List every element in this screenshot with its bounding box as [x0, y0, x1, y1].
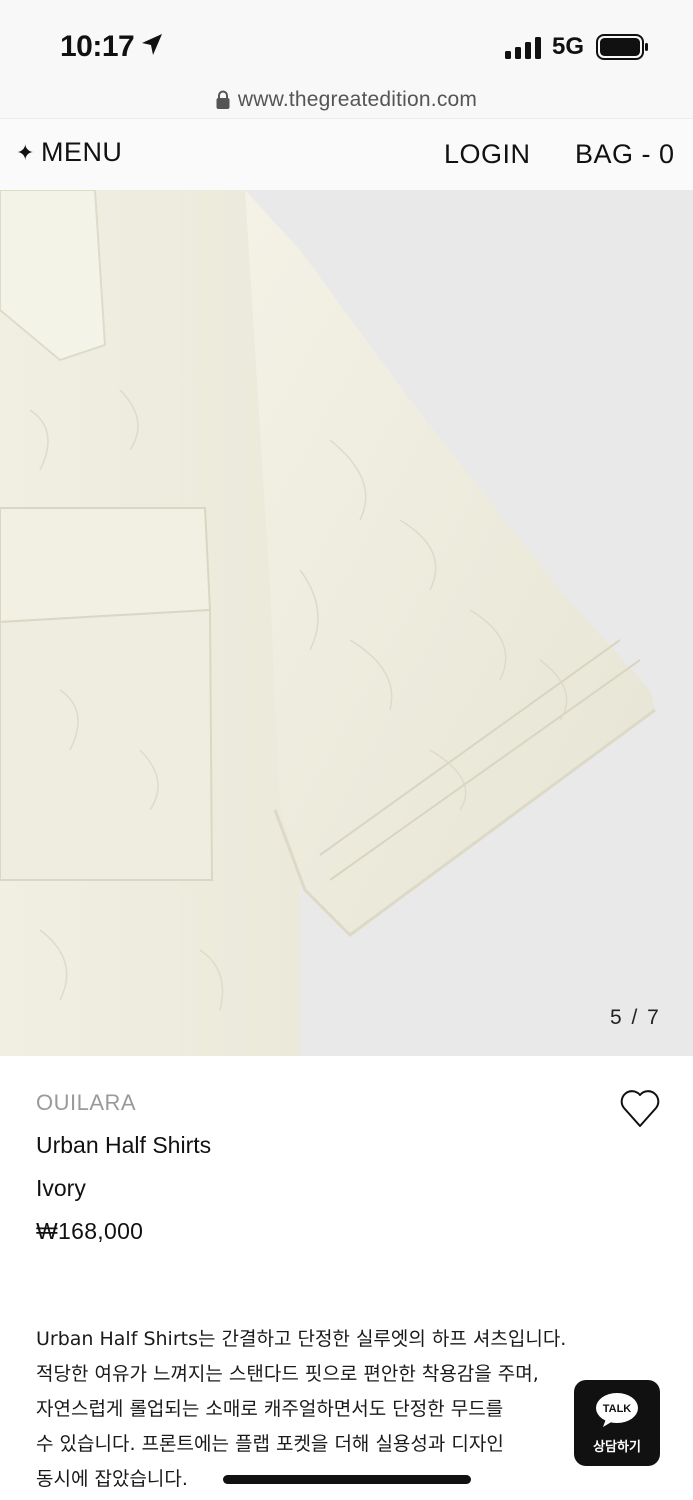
talk-badge-text: TALK [603, 1403, 632, 1415]
product-description: Urban Half Shirts는 간결하고 단정한 실루엣의 하프 셔츠입니… [36, 1322, 656, 1497]
menu-button[interactable]: ✦ MENU [16, 137, 122, 168]
description-line: 적당한 여유가 느껴지는 스탠다드 핏으로 편안한 착용감을 주며, [36, 1363, 539, 1385]
lock-icon [216, 90, 230, 109]
product-name: Urban Half Shirts [36, 1132, 212, 1158]
menu-label: MENU [40, 137, 123, 167]
status-time: 10:17 [60, 30, 135, 63]
status-bar: 10:17 5G [0, 0, 693, 82]
description-line: Urban Half Shirts는 간결하고 단정한 실루엣의 하프 셔츠입니… [36, 1328, 567, 1350]
description-line: 자연스럽게 롤업되는 소매로 캐주얼하면서도 단정한 무드를 [36, 1398, 504, 1420]
url-text: www.thegreatedition.com [237, 88, 478, 111]
network-type: 5G [552, 33, 585, 60]
product-photo [0, 190, 656, 1056]
battery-icon [596, 34, 648, 60]
product-page: 10:17 5G www.thegreatedition.com ✦ MENU … [0, 0, 693, 1500]
location-arrow-icon [142, 34, 162, 55]
browser-url-bar[interactable]: www.thegreatedition.com [0, 82, 693, 118]
signal-icon [505, 37, 541, 59]
gallery-counter: 5 / 7 [610, 1006, 661, 1029]
description-line: 수 있습니다. 프론트에는 플랩 포켓을 더해 실용성과 디자인 [36, 1433, 504, 1455]
chat-bubble-icon: TALK [596, 1393, 638, 1427]
sparkle-icon: ✦ [16, 139, 35, 165]
product-color: Ivory [36, 1175, 86, 1201]
site-header: ✦ MENU LOGIN BAG - 0 [0, 118, 693, 190]
heart-icon[interactable] [620, 1086, 660, 1130]
product-price: ₩168,000 [36, 1218, 144, 1244]
login-link[interactable]: LOGIN [444, 139, 531, 170]
talk-chat-button[interactable]: TALK 상담하기 [574, 1380, 660, 1466]
brand-name[interactable]: OUILARA [36, 1090, 136, 1116]
talk-label: 상담하기 [593, 1440, 641, 1455]
product-image-gallery[interactable]: 5 / 7 [0, 190, 693, 1056]
home-indicator[interactable] [223, 1475, 471, 1484]
bag-link[interactable]: BAG - 0 [575, 139, 675, 170]
